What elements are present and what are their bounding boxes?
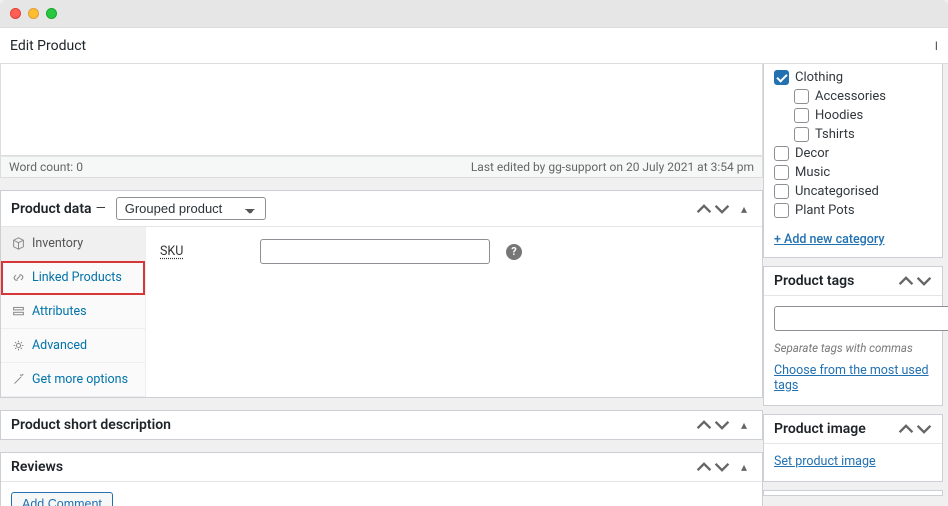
- category-item[interactable]: Accessories: [794, 87, 932, 106]
- toggle-box-icon[interactable]: ▴: [736, 417, 752, 433]
- next-box-peek: [763, 490, 943, 496]
- category-label: Music: [795, 165, 830, 180]
- move-up-icon[interactable]: [696, 201, 712, 217]
- inventory-panel: SKU ?: [146, 227, 762, 397]
- sku-label: SKU: [160, 244, 250, 259]
- tab-label: Linked Products: [32, 270, 122, 285]
- category-item[interactable]: Hoodies: [794, 106, 932, 125]
- move-down-icon[interactable]: [916, 421, 932, 437]
- page-header: Edit Product I: [0, 28, 948, 64]
- tab-linked-products[interactable]: Linked Products: [1, 261, 145, 295]
- category-checkbox[interactable]: [774, 184, 789, 199]
- tab-get-more[interactable]: Get more options: [1, 363, 145, 397]
- page-title: Edit Product: [10, 38, 86, 54]
- mac-titlebar: [0, 0, 948, 28]
- wand-icon: [11, 373, 25, 387]
- category-checkbox[interactable]: [774, 146, 789, 161]
- short-description-box: Product short description ▴: [0, 410, 763, 440]
- tab-label: Inventory: [32, 236, 83, 251]
- dash-sep: —: [96, 201, 106, 216]
- category-checkbox[interactable]: [774, 165, 789, 180]
- minimize-window-dot[interactable]: [28, 8, 39, 19]
- category-item[interactable]: Uncategorised: [774, 182, 932, 201]
- move-up-icon[interactable]: [898, 273, 914, 289]
- tab-inventory[interactable]: Inventory: [1, 227, 145, 261]
- move-up-icon[interactable]: [696, 417, 712, 433]
- category-checkbox[interactable]: [794, 127, 809, 142]
- tab-attributes[interactable]: Attributes: [1, 295, 145, 329]
- move-down-icon[interactable]: [714, 459, 730, 475]
- tab-label: Get more options: [32, 372, 128, 387]
- category-label: Tshirts: [815, 127, 855, 142]
- category-item[interactable]: Clothing: [774, 68, 932, 87]
- category-checkbox[interactable]: [774, 203, 789, 218]
- tab-label: Attributes: [32, 304, 87, 319]
- move-up-icon[interactable]: [898, 421, 914, 437]
- move-up-icon[interactable]: [696, 459, 712, 475]
- tags-help-text: Separate tags with commas: [764, 341, 942, 363]
- category-label: Hoodies: [815, 108, 863, 123]
- product-data-title: Product data: [11, 201, 92, 217]
- move-down-icon[interactable]: [916, 273, 932, 289]
- attributes-icon: [11, 305, 25, 319]
- product-tags-box: Product tags Add Separate tags with comm…: [763, 266, 943, 406]
- toggle-box-icon[interactable]: ▴: [736, 201, 752, 217]
- move-down-icon[interactable]: [714, 417, 730, 433]
- category-checkbox[interactable]: [794, 89, 809, 104]
- product-type-select[interactable]: Grouped product: [116, 197, 266, 220]
- category-checkbox[interactable]: [794, 108, 809, 123]
- gear-icon: [11, 339, 25, 353]
- category-label: Decor: [795, 146, 829, 161]
- category-list: Clothing Accessories Hoodies Tshirts Dec…: [764, 68, 942, 226]
- tag-input[interactable]: [774, 306, 948, 331]
- maximize-window-dot[interactable]: [46, 8, 57, 19]
- product-tags-title: Product tags: [774, 273, 854, 289]
- product-data-box: Product data — Grouped product ▴: [0, 190, 763, 398]
- sku-input[interactable]: [260, 239, 490, 264]
- category-label: Plant Pots: [795, 203, 855, 218]
- header-right-cut: I: [935, 39, 938, 53]
- word-count: Word count: 0: [9, 160, 83, 174]
- category-item[interactable]: Decor: [774, 144, 932, 163]
- last-edited-text: Last edited by gg-support on 20 July 202…: [471, 160, 754, 174]
- choose-most-used-tags-link[interactable]: Choose from the most used tags: [774, 363, 929, 393]
- content-editor[interactable]: [0, 64, 763, 156]
- editor-footer: Word count: 0 Last edited by gg-support …: [0, 156, 763, 178]
- category-label: Accessories: [815, 89, 886, 104]
- category-label: Uncategorised: [795, 184, 879, 199]
- category-checkbox[interactable]: [774, 70, 789, 85]
- category-item[interactable]: Tshirts: [794, 125, 932, 144]
- reviews-box: Reviews ▴ Add Comment: [0, 452, 763, 506]
- close-window-dot[interactable]: [10, 8, 21, 19]
- tab-label: Advanced: [32, 338, 87, 353]
- inventory-icon: [11, 237, 25, 251]
- toggle-box-icon[interactable]: ▴: [736, 459, 752, 475]
- product-data-tabs: Inventory Linked Products Attributes Adv…: [1, 227, 146, 397]
- product-categories-box: Clothing Accessories Hoodies Tshirts Dec…: [763, 64, 943, 258]
- category-label: Clothing: [795, 70, 843, 85]
- tab-advanced[interactable]: Advanced: [1, 329, 145, 363]
- product-image-title: Product image: [774, 421, 866, 437]
- help-icon[interactable]: ?: [506, 244, 522, 260]
- category-item[interactable]: Plant Pots: [774, 201, 932, 220]
- short-description-title: Product short description: [11, 417, 171, 433]
- link-icon: [11, 271, 25, 285]
- product-image-box: Product image Set product image: [763, 414, 943, 482]
- add-new-category-link[interactable]: + Add new category: [774, 232, 885, 247]
- add-comment-button[interactable]: Add Comment: [11, 492, 113, 506]
- category-item[interactable]: Music: [774, 163, 932, 182]
- reviews-title: Reviews: [11, 459, 63, 475]
- set-product-image-link[interactable]: Set product image: [774, 454, 876, 469]
- move-down-icon[interactable]: [714, 201, 730, 217]
